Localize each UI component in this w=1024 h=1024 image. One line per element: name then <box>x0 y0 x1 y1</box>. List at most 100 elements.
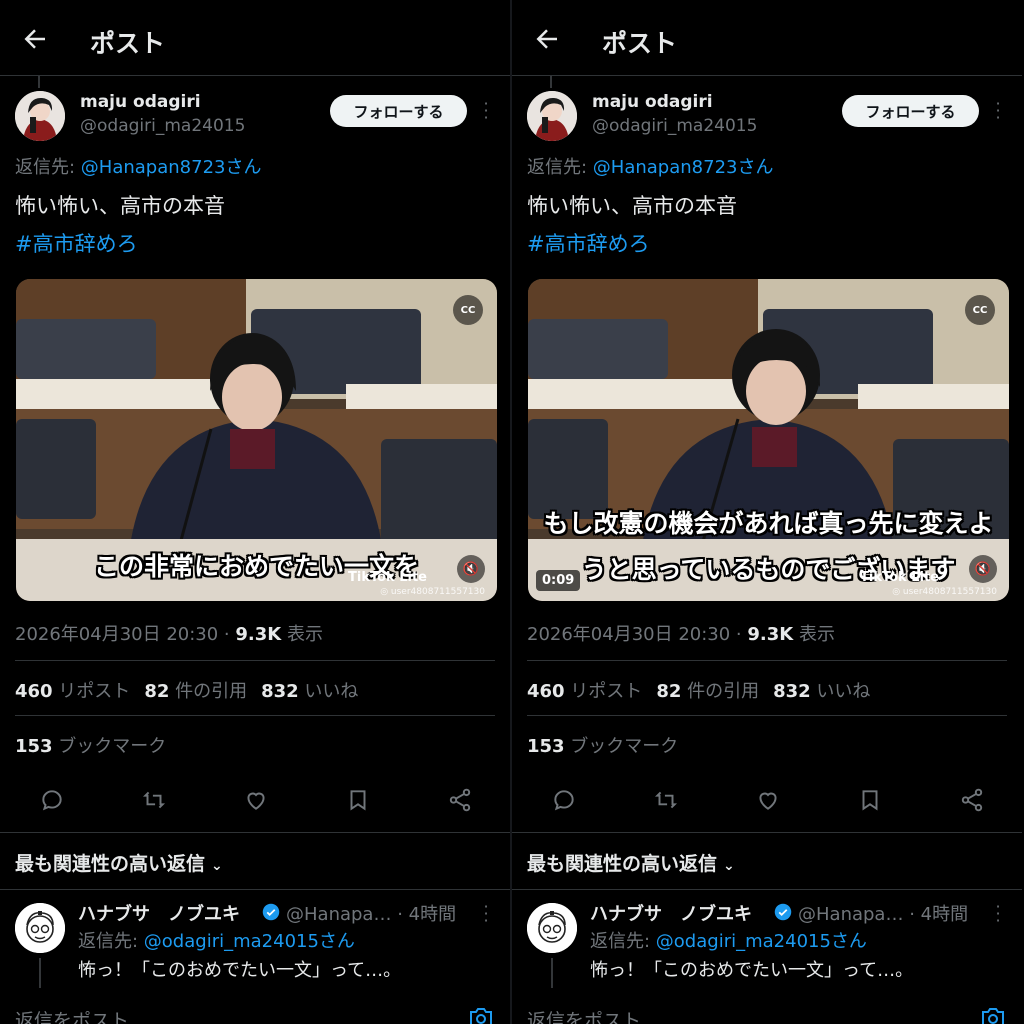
quotes-stat[interactable]: 82 件の引用 <box>144 681 247 702</box>
follow-button[interactable]: フォローする <box>330 95 467 127</box>
reply-icon[interactable] <box>39 787 65 813</box>
top-bar: ポスト <box>512 0 1022 76</box>
reply-text: 怖っ！「このおめでたい一文」って…。 <box>78 960 402 981</box>
repost-icon[interactable] <box>653 787 679 813</box>
more-icon[interactable]: · · · <box>478 96 494 126</box>
reply-thread-line <box>39 958 41 988</box>
views-label: 表示 <box>793 624 835 645</box>
camera-icon[interactable] <box>468 1006 494 1024</box>
reply-sort-selector[interactable]: 最も関連性の高い返信 ⌄ <box>527 849 735 876</box>
camera-icon[interactable] <box>980 1006 1006 1024</box>
divider <box>0 832 510 833</box>
chevron-down-icon: ⌄ <box>723 858 735 874</box>
video-timecode: 0:09 <box>536 570 581 591</box>
reply-reply-to-line: 返信先: @odagiri_ma24015さん <box>78 931 355 952</box>
reply-author-name[interactable]: ハナブサ ノブユキ <box>78 900 240 926</box>
post-timestamp: 2026年04月30日 20:30 · 9.3K 表示 <box>527 620 835 646</box>
post-view-right: ポスト maju odagiri @odagiri_ma24015 フォローする… <box>512 0 1022 1024</box>
reply-sort-selector[interactable]: 最も関連性の高い返信 ⌄ <box>15 849 223 876</box>
video-watermark: ◎ user4808711557130 <box>892 587 997 597</box>
reply-author-name[interactable]: ハナブサ ノブユキ <box>590 900 752 926</box>
reply-to-prefix: 返信先: <box>15 157 81 178</box>
views-count: 9.3K <box>747 624 794 645</box>
author-display-name[interactable]: maju odagiri <box>592 92 713 112</box>
quotes-stat[interactable]: 82 件の引用 <box>656 681 759 702</box>
divider <box>0 889 510 890</box>
like-icon[interactable] <box>243 787 269 813</box>
verified-badge-icon <box>262 903 280 921</box>
engagement-stats: 460 リポスト 82 件の引用 832 いいね <box>15 677 358 703</box>
reply-text: 怖っ！「このおめでたい一文」って…。 <box>590 960 914 981</box>
reply-sort-label: 最も関連性の高い返信 <box>15 853 206 875</box>
author-avatar[interactable] <box>527 91 577 141</box>
top-bar: ポスト <box>0 0 510 76</box>
divider <box>512 889 1022 890</box>
reply-to-line: 返信先: @Hanapan8723さん <box>15 153 261 179</box>
bookmarks-stat[interactable]: 153 ブックマーク <box>15 732 166 758</box>
video-watermark: ◎ user4808711557130 <box>380 587 485 597</box>
timestamp-text: 2026年04月30日 20:30 · <box>527 624 748 645</box>
reply-avatar[interactable] <box>527 903 577 953</box>
video-player[interactable]: CC この非常におめでたい一文を TikTok Lite 🔇 ◎ user480… <box>16 279 497 601</box>
author-handle[interactable]: @odagiri_ma24015 <box>80 116 245 136</box>
engagement-stats: 460 リポスト 82 件の引用 832 いいね <box>527 677 870 703</box>
divider <box>15 660 495 661</box>
like-icon[interactable] <box>755 787 781 813</box>
thread-line <box>550 76 552 88</box>
reply-more-icon[interactable]: · · · <box>990 899 1006 929</box>
share-icon[interactable] <box>447 787 473 813</box>
mute-icon[interactable]: 🔇 <box>969 555 997 583</box>
timestamp-text: 2026年04月30日 20:30 · <box>15 624 236 645</box>
reposts-stat[interactable]: 460 リポスト <box>15 681 130 702</box>
more-icon[interactable]: · · · <box>990 96 1006 126</box>
bookmarks-stat[interactable]: 153 ブックマーク <box>527 732 678 758</box>
reply-author-handle: @Hanapa… · 4時間 <box>798 904 969 925</box>
bookmark-icon[interactable] <box>345 787 371 813</box>
views-label: 表示 <box>281 624 323 645</box>
share-icon[interactable] <box>959 787 985 813</box>
back-arrow-icon[interactable] <box>20 24 50 54</box>
reply-to-line: 返信先: @Hanapan8723さん <box>527 153 773 179</box>
reply-mention[interactable]: @odagiri_ma24015さん <box>656 931 867 952</box>
reply-icon[interactable] <box>551 787 577 813</box>
bookmark-icon[interactable] <box>857 787 883 813</box>
tiktok-logo: TikTok Lite <box>860 570 939 585</box>
likes-stat[interactable]: 832 いいね <box>261 681 358 702</box>
video-player[interactable]: CC もし改憲の機会があれば真っ先に変えよ うと思っているものでございます 0:… <box>528 279 1009 601</box>
views-count: 9.3K <box>235 624 282 645</box>
divider <box>15 715 495 716</box>
post-timestamp: 2026年04月30日 20:30 · 9.3K 表示 <box>15 620 323 646</box>
reply-avatar[interactable] <box>15 903 65 953</box>
thread-line <box>38 76 40 88</box>
reply-sort-label: 最も関連性の高い返信 <box>527 853 718 875</box>
reply-thread-line <box>551 958 553 988</box>
reply-more-icon[interactable]: · · · <box>478 899 494 929</box>
post-text: 怖い怖い、高市の本音 <box>15 194 225 218</box>
likes-stat[interactable]: 832 いいね <box>773 681 870 702</box>
reply-composer-input[interactable]: 返信をポスト <box>527 1006 641 1024</box>
divider <box>527 660 1007 661</box>
divider <box>512 832 1022 833</box>
reply-mention[interactable]: @odagiri_ma24015さん <box>144 931 355 952</box>
cc-icon[interactable]: CC <box>453 295 483 325</box>
post-hashtag[interactable]: #高市辞めろ <box>15 228 138 258</box>
post-hashtag[interactable]: #高市辞めろ <box>527 228 650 258</box>
reposts-stat[interactable]: 460 リポスト <box>527 681 642 702</box>
post-text: 怖い怖い、高市の本音 <box>527 194 737 218</box>
follow-button[interactable]: フォローする <box>842 95 979 127</box>
mute-icon[interactable]: 🔇 <box>457 555 485 583</box>
cc-icon[interactable]: CC <box>965 295 995 325</box>
author-display-name[interactable]: maju odagiri <box>80 92 201 112</box>
page-title: ポスト <box>90 29 166 58</box>
reply-to-mention[interactable]: @Hanapan8723さん <box>593 157 774 178</box>
chevron-down-icon: ⌄ <box>211 858 223 874</box>
author-handle[interactable]: @odagiri_ma24015 <box>592 116 757 136</box>
repost-icon[interactable] <box>141 787 167 813</box>
reply-to-mention[interactable]: @Hanapan8723さん <box>81 157 262 178</box>
back-arrow-icon[interactable] <box>532 24 562 54</box>
tiktok-logo: TikTok Lite <box>348 570 427 585</box>
reply-composer-input[interactable]: 返信をポスト <box>15 1006 129 1024</box>
divider <box>527 715 1007 716</box>
reply-reply-to-line: 返信先: @odagiri_ma24015さん <box>590 931 867 952</box>
author-avatar[interactable] <box>15 91 65 141</box>
